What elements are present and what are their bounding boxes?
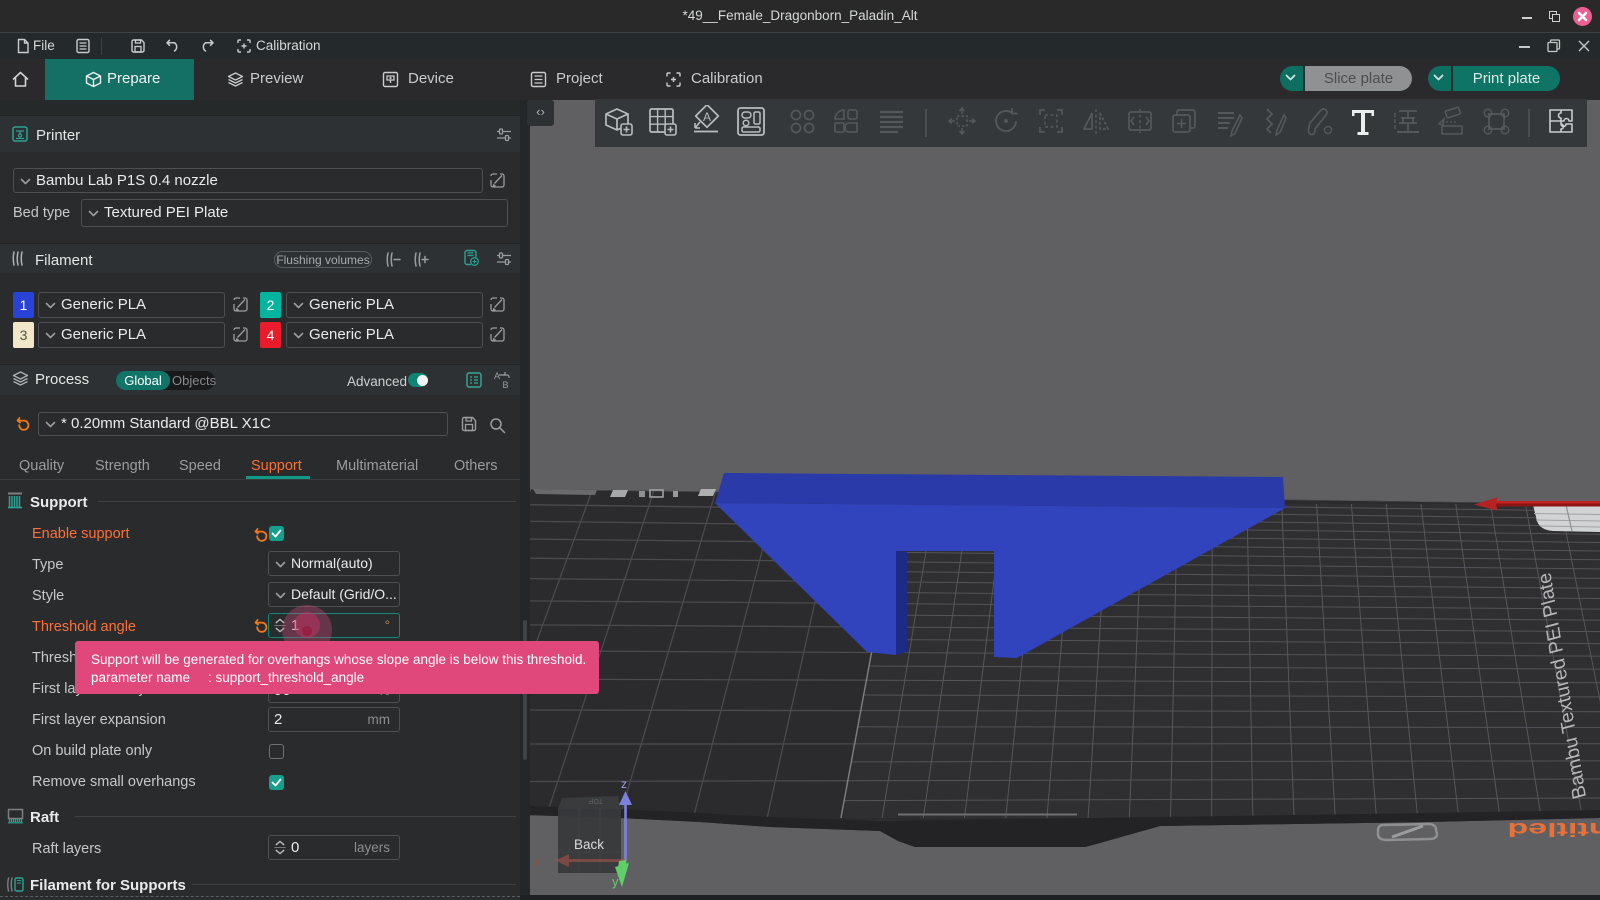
svg-text:Back: Back: [574, 837, 604, 852]
svg-text:B: B: [503, 380, 509, 389]
svg-text:y: y: [612, 874, 619, 889]
svg-text:x: x: [534, 854, 541, 869]
svg-text:Untitled: Untitled: [1507, 819, 1600, 841]
svg-text:A: A: [494, 371, 500, 381]
svg-text:z: z: [621, 777, 627, 791]
svg-text:A: A: [703, 110, 711, 124]
svg-text:TOP: TOP: [588, 797, 603, 804]
